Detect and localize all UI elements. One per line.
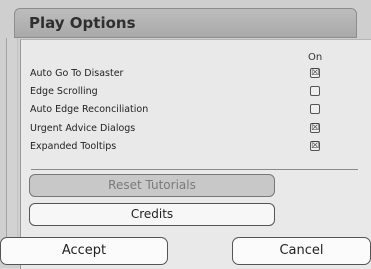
checkbox-urgent-advice-dialogs[interactable]: ☒: [310, 123, 320, 133]
title-bar: Play Options: [14, 8, 357, 38]
option-label-auto-go-to-disaster: Auto Go To Disaster: [30, 68, 124, 79]
option-label-expanded-tooltips: Expanded Tooltips: [30, 141, 117, 152]
option-label-edge-scrolling: Edge Scrolling: [30, 86, 98, 97]
cancel-button[interactable]: Cancel: [232, 237, 371, 265]
accept-button[interactable]: Accept: [0, 237, 168, 265]
checkbox-edge-scrolling[interactable]: [310, 86, 320, 96]
options-content: On Auto Go To Disaster ☒ Edge Scrolling …: [20, 39, 371, 269]
option-label-urgent-advice-dialogs: Urgent Advice Dialogs: [30, 123, 136, 134]
reset-tutorials-button[interactable]: Reset Tutorials: [29, 174, 275, 197]
left-frame-rail: [6, 38, 18, 238]
on-column-header: On: [308, 52, 323, 63]
dialog-title: Play Options: [29, 14, 136, 32]
play-options-dialog: Play Options On Auto Go To Disaster ☒ Ed…: [0, 0, 371, 269]
checkbox-auto-edge-reconciliation[interactable]: [310, 104, 320, 114]
checkbox-auto-go-to-disaster[interactable]: ☒: [310, 68, 320, 78]
checkbox-expanded-tooltips[interactable]: ☒: [310, 141, 320, 151]
option-label-auto-edge-reconciliation: Auto Edge Reconciliation: [30, 104, 149, 115]
options-divider: [31, 169, 358, 170]
credits-button[interactable]: Credits: [29, 203, 275, 226]
